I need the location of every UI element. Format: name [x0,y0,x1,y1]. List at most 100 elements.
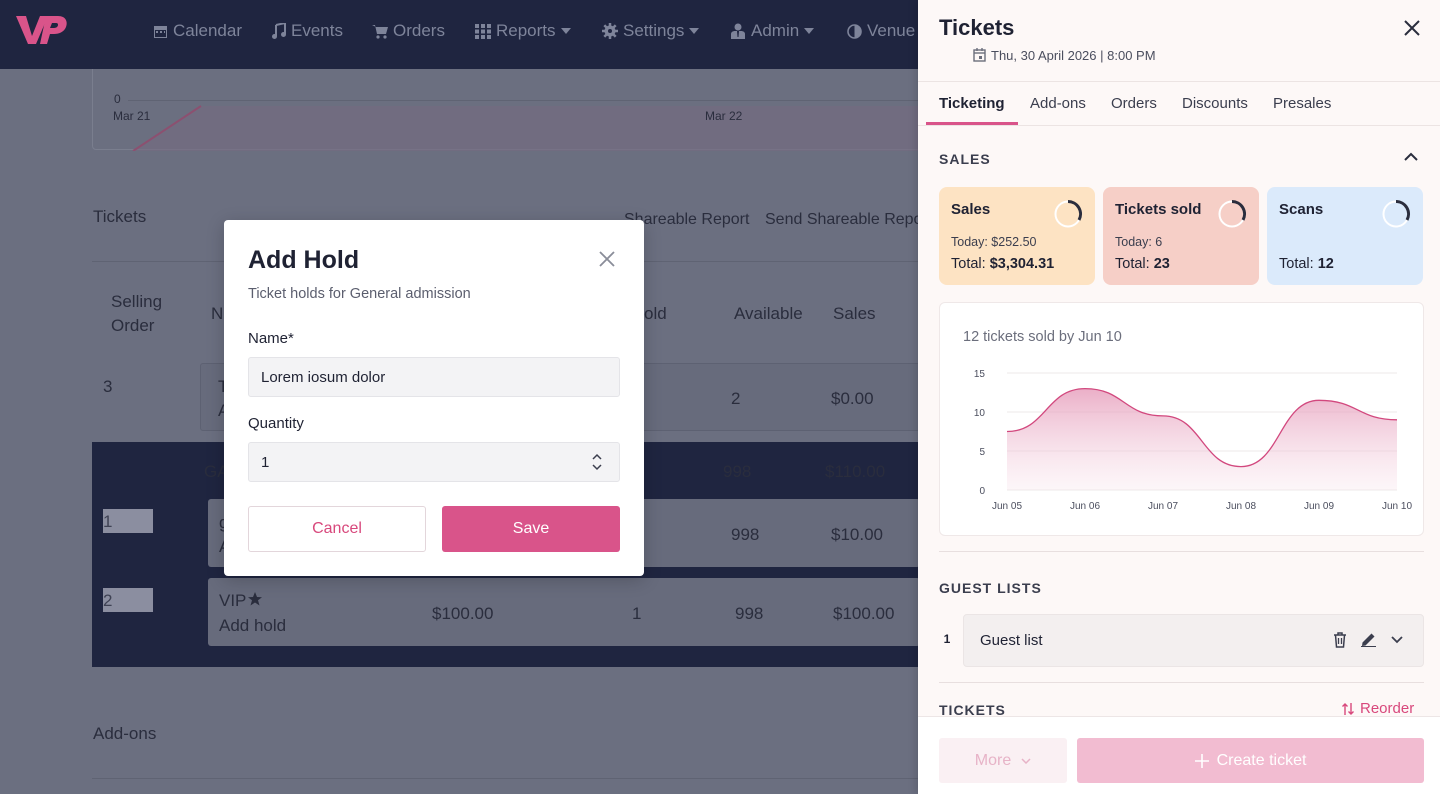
row-available: 998 [735,604,764,623]
nav-settings[interactable]: Settings [602,20,700,42]
caret-down-icon [689,28,700,34]
chart-y-tick-label: 5 [979,447,985,458]
stat-total-label: Total: [951,256,990,272]
vip-name: VIP [219,591,247,610]
modal-subtitle: Ticket holds for General admission [248,286,471,302]
name-input[interactable] [248,357,620,397]
stepper-arrows-icon[interactable] [591,451,603,473]
tab-orders[interactable]: Orders [1111,95,1157,112]
nav-events[interactable]: Events [272,20,343,42]
chart-x-tick-label: Jun 06 [1070,501,1100,512]
sales-section-title: SALES [939,151,991,167]
guest-lists-section-title: GUEST LISTS [939,580,1042,596]
nav-calendar-label: Calendar [173,21,242,40]
create-ticket-button[interactable]: Create ticket [1077,738,1424,783]
nav-orders-label: Orders [393,21,445,40]
close-icon[interactable] [1402,18,1422,38]
row-available: 998 [731,525,760,544]
sales-stat-card: Sales Today: $252.50 Total: $3,304.31 [939,187,1095,285]
plus-icon [1194,753,1209,768]
nav-orders[interactable]: Orders [372,20,445,42]
chevron-up-icon[interactable] [1404,152,1418,162]
progress-ring-icon [1218,199,1247,228]
guest-list-label: Guest list [980,632,1043,649]
reorder-icon [1342,702,1354,715]
row-sales: $100.00 [833,604,895,623]
save-button[interactable]: Save [442,506,620,552]
stat-total-label: Total: [1279,256,1318,272]
quantity-stepper[interactable] [248,442,620,482]
addons-section-title: Add-ons [93,724,157,743]
star-icon [248,592,262,606]
header-order: Order [111,316,155,335]
tabs-divider [918,125,1440,126]
stat-today: Today: 6 [1115,235,1163,249]
ticket-row-card[interactable] [208,578,920,646]
contrast-icon [847,23,862,39]
edit-icon[interactable] [1361,632,1376,647]
modal-title: Add Hold [248,246,360,274]
chart-x-tick-label: Jun 08 [1226,501,1256,512]
add-hold-link[interactable]: Add hold [219,616,286,636]
nav-venue[interactable]: Venue [847,20,915,42]
tab-presales[interactable]: Presales [1273,95,1331,112]
nav-admin[interactable]: Admin [730,20,815,42]
create-ticket-label: Create ticket [1216,751,1307,769]
tab-ticketing[interactable]: Ticketing [939,95,1005,112]
row-price: $100.00 [432,604,494,623]
progress-ring-icon [1382,199,1411,228]
name-label: Name* [248,330,294,347]
more-button[interactable]: More [939,738,1067,783]
stat-title: Sales [951,201,991,218]
row-sold: 1 [632,604,642,623]
trash-icon[interactable] [1333,632,1347,648]
tab-discounts[interactable]: Discounts [1182,95,1248,112]
cancel-button[interactable]: Cancel [248,506,426,552]
chart-x-label-2: Mar 22 [705,109,743,123]
chart-baseline [128,100,920,101]
nav-settings-label: Settings [623,21,685,40]
row-sales: $0.00 [831,389,874,408]
vp-logo[interactable] [14,12,68,48]
chart-x-tick-label: Jun 05 [992,501,1022,512]
chart-y-tick-label: 15 [974,369,986,380]
section-divider [939,551,1424,552]
tab-add-ons[interactable]: Add-ons [1030,95,1086,112]
stat-total-label: Total: [1115,256,1154,272]
stat-total-value: 12 [1317,256,1334,272]
tickets-sold-chart: 12 tickets sold by Jun 10 0 5 10 15 Jun 05 Ju… [939,302,1424,536]
group-available: 998 [723,462,752,481]
gear-icon [602,23,618,39]
guest-list-number: 1 [943,632,951,646]
close-icon[interactable] [598,250,616,268]
nav-reports[interactable]: Reports [475,20,571,42]
addons-divider [92,778,920,779]
chevron-down-icon[interactable] [1391,636,1403,644]
header-divider [918,81,1440,82]
chart-area-fill [1007,388,1397,490]
add-hold-modal: Add Hold Ticket holds for General admiss… [224,220,644,576]
nav-venue-label: Venue [867,21,916,40]
nav-calendar[interactable]: Calendar [153,20,242,42]
reorder-button[interactable]: Reorder [1342,700,1414,717]
send-shareable-report-link[interactable]: Send Shareable Repo [765,211,920,229]
order-value: 1 [103,512,113,531]
chart-x-tick-label: Jun 07 [1148,501,1178,512]
tickets-panel: Tickets Thu, 30 April 2026 | 8:00 PM Tic… [918,0,1440,794]
sales-chart-area [132,105,920,151]
chart-y-tick-label: 10 [974,408,986,419]
caret-down-icon [804,28,815,34]
quantity-label: Quantity [248,415,304,432]
order-value: 2 [103,591,113,610]
header-sold: old [644,304,667,323]
guest-list-row[interactable]: Guest list [963,614,1424,667]
sales-chart-card [92,69,920,151]
tickets-section-title: Tickets [93,207,147,226]
stat-total: Total: $3,304.31 [951,256,1054,272]
chart-y-tick-label: 0 [979,486,985,497]
stat-title: Scans [1279,201,1324,218]
cart-icon [372,24,388,39]
tickets-sold-stat-card: Tickets sold Today: 6 Total: 23 [1103,187,1259,285]
more-label: More [974,751,1012,769]
chart-x-label-1: Mar 21 [113,109,151,123]
